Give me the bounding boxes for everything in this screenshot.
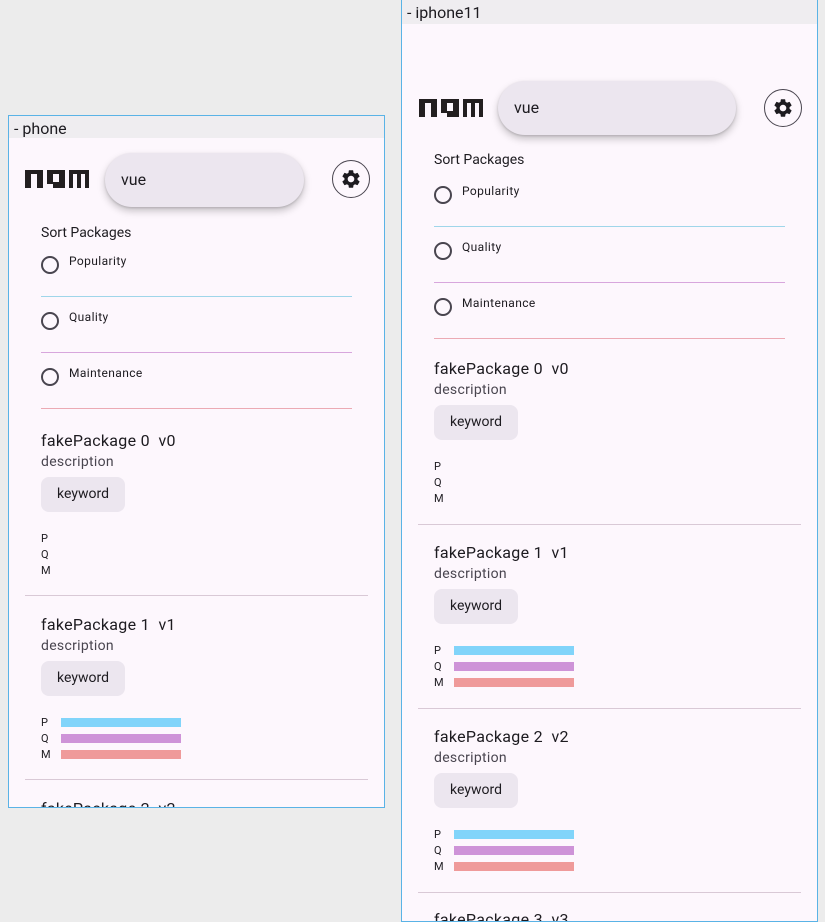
quality-bar: [61, 734, 181, 743]
radio-unchecked-icon[interactable]: [41, 256, 59, 274]
maintenance-bar: [454, 862, 574, 871]
sort-option-label: Quality: [69, 310, 109, 324]
popularity-label: P: [41, 532, 48, 545]
score-bars: P Q M: [41, 715, 181, 763]
sort-packages-title: Sort Packages: [41, 225, 132, 241]
frame-title: - phone: [9, 116, 384, 138]
gear-icon: [342, 170, 360, 188]
score-bars: P Q M: [434, 459, 444, 507]
score-bars: P Q M: [41, 531, 51, 579]
quality-label: Q: [434, 660, 442, 673]
package-title: fakePackage 2 v2: [434, 727, 569, 746]
keyword-chip[interactable]: keyword: [434, 589, 518, 624]
keyword-chip[interactable]: keyword: [41, 661, 125, 696]
divider: [25, 779, 368, 780]
popularity-bar: [454, 830, 574, 839]
settings-button[interactable]: [764, 89, 802, 127]
maintenance-label: M: [41, 564, 51, 577]
keyword-chip[interactable]: keyword: [434, 773, 518, 808]
popularity-bar: [454, 646, 574, 655]
iphone11-frame: - iphone11 vue Sort Packages Popularity: [401, 0, 818, 922]
package-description: description: [41, 454, 114, 470]
sort-option-popularity[interactable]: Popularity: [434, 171, 785, 227]
search-input[interactable]: vue: [498, 81, 736, 135]
app-bar: vue: [402, 50, 817, 135]
radio-unchecked-icon[interactable]: [434, 186, 452, 204]
npm-logo: [419, 99, 483, 117]
package-description: description: [434, 382, 507, 398]
divider: [41, 408, 352, 409]
radio-unchecked-icon[interactable]: [41, 312, 59, 330]
maintenance-label: M: [434, 860, 444, 873]
package-description: description: [434, 750, 507, 766]
radio-unchecked-icon[interactable]: [434, 298, 452, 316]
divider: [418, 892, 801, 893]
package-description: description: [434, 566, 507, 582]
sort-option-label: Popularity: [462, 184, 520, 198]
popularity-label: P: [434, 460, 441, 473]
maintenance-label: M: [434, 676, 444, 689]
sort-option-label: Maintenance: [69, 366, 143, 380]
package-title: fakePackage 0 v0: [41, 431, 176, 450]
phone-frame: - phone vue Sort Packages Popularity Qua…: [8, 115, 385, 808]
divider: [434, 338, 785, 339]
gear-icon: [774, 99, 792, 117]
score-bars: P Q M: [434, 643, 574, 691]
popularity-label: P: [434, 644, 441, 657]
sort-option-label: Quality: [462, 240, 502, 254]
settings-button[interactable]: [332, 160, 370, 198]
divider: [418, 524, 801, 525]
popularity-label: P: [41, 716, 48, 729]
sort-option-quality[interactable]: Quality: [41, 297, 352, 353]
sort-option-maintenance[interactable]: Maintenance: [434, 283, 785, 339]
package-title: fakePackage 2 v2: [41, 799, 176, 807]
quality-bar: [454, 662, 574, 671]
quality-label: Q: [434, 844, 442, 857]
divider: [418, 708, 801, 709]
maintenance-label: M: [434, 492, 444, 505]
keyword-chip[interactable]: keyword: [41, 477, 125, 512]
npm-logo: [25, 170, 89, 188]
sort-option-label: Maintenance: [462, 296, 536, 310]
score-bars: P Q M: [434, 827, 574, 875]
quality-label: Q: [434, 476, 442, 489]
search-input[interactable]: vue: [105, 153, 304, 207]
maintenance-bar: [61, 750, 181, 759]
keyword-chip[interactable]: keyword: [434, 405, 518, 440]
package-description: description: [41, 638, 114, 654]
maintenance-label: M: [41, 748, 51, 761]
quality-label: Q: [41, 732, 49, 745]
sort-option-popularity[interactable]: Popularity: [41, 241, 352, 297]
package-title: fakePackage 0 v0: [434, 359, 569, 378]
maintenance-bar: [454, 678, 574, 687]
package-title: fakePackage 3 v3: [434, 910, 569, 922]
popularity-label: P: [434, 828, 441, 841]
radio-unchecked-icon[interactable]: [41, 368, 59, 386]
quality-label: Q: [41, 548, 49, 561]
package-title: fakePackage 1 v1: [41, 615, 176, 634]
package-title: fakePackage 1 v1: [434, 543, 569, 562]
popularity-bar: [61, 718, 181, 727]
quality-bar: [454, 846, 574, 855]
radio-unchecked-icon[interactable]: [434, 242, 452, 260]
sort-option-quality[interactable]: Quality: [434, 227, 785, 283]
frame-title: - iphone11: [402, 0, 817, 24]
divider: [25, 595, 368, 596]
sort-packages-title: Sort Packages: [434, 152, 525, 168]
app-bar: vue: [9, 138, 384, 210]
sort-option-maintenance[interactable]: Maintenance: [41, 353, 352, 409]
sort-option-label: Popularity: [69, 254, 127, 268]
